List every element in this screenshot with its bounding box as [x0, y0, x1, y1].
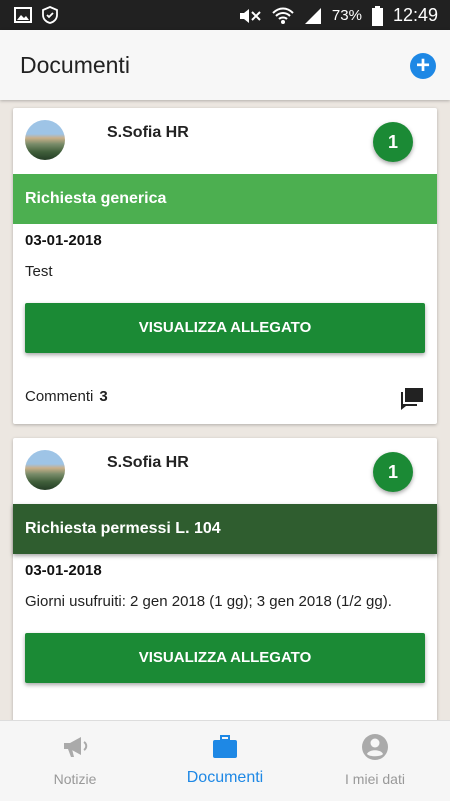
view-attachment-button[interactable]: VISUALIZZA ALLEGATO [25, 303, 425, 353]
nav-label: Documenti [186, 769, 264, 786]
comments-count: 3 [99, 388, 108, 405]
plus-circle-icon: + [415, 52, 430, 79]
document-type: Richiesta permessi L. 104 [13, 504, 437, 554]
count-badge: 1 [373, 122, 413, 162]
document-card[interactable]: S.Sofia HR 1 Richiesta permessi L. 104 0… [13, 438, 437, 720]
document-type: Richiesta generica [13, 174, 437, 224]
wifi-icon [272, 7, 294, 24]
document-text: Test [25, 263, 53, 280]
document-date: 03-01-2018 [25, 562, 102, 579]
nav-i-miei-dati[interactable]: I miei dati [300, 721, 450, 801]
signal-icon [304, 7, 321, 24]
gallery-icon [14, 7, 32, 23]
page-title: Documenti [20, 52, 130, 78]
shield-icon [42, 6, 58, 24]
sender-name: S.Sofia HR [107, 124, 189, 141]
document-text: Giorni usufruiti: 2 gen 2018 (1 gg); 3 g… [25, 593, 392, 610]
battery-percent: 73% [331, 7, 362, 24]
status-bar: 73% 12:49 [0, 0, 450, 30]
mute-icon [239, 8, 261, 23]
bottom-navigation: Notizie Documenti I miei dati [0, 720, 450, 801]
battery-icon [371, 5, 383, 26]
comment-icon[interactable] [399, 385, 425, 411]
avatar [25, 120, 65, 160]
document-date: 03-01-2018 [25, 232, 102, 249]
megaphone-icon [64, 737, 88, 757]
nav-label: Notizie [53, 771, 97, 787]
count-badge: 1 [373, 452, 413, 492]
documents-list[interactable]: S.Sofia HR 1 Richiesta generica 03-01-20… [0, 100, 450, 720]
comments-link[interactable]: Commenti 3 [25, 388, 108, 405]
app-bar: Documenti + [0, 30, 450, 100]
avatar [25, 450, 65, 490]
add-document-button[interactable]: + [410, 53, 436, 79]
document-card[interactable]: S.Sofia HR 1 Richiesta generica 03-01-20… [13, 108, 437, 424]
nav-notizie[interactable]: Notizie [0, 721, 150, 801]
nav-label: I miei dati [345, 771, 405, 787]
nav-documenti[interactable]: Documenti [150, 721, 300, 801]
clock: 12:49 [392, 5, 438, 25]
view-attachment-button[interactable]: VISUALIZZA ALLEGATO [25, 633, 425, 683]
briefcase-icon [213, 735, 237, 758]
account-circle-icon [362, 734, 388, 760]
sender-name: S.Sofia HR [107, 454, 189, 471]
comments-label: Commenti [25, 388, 94, 405]
